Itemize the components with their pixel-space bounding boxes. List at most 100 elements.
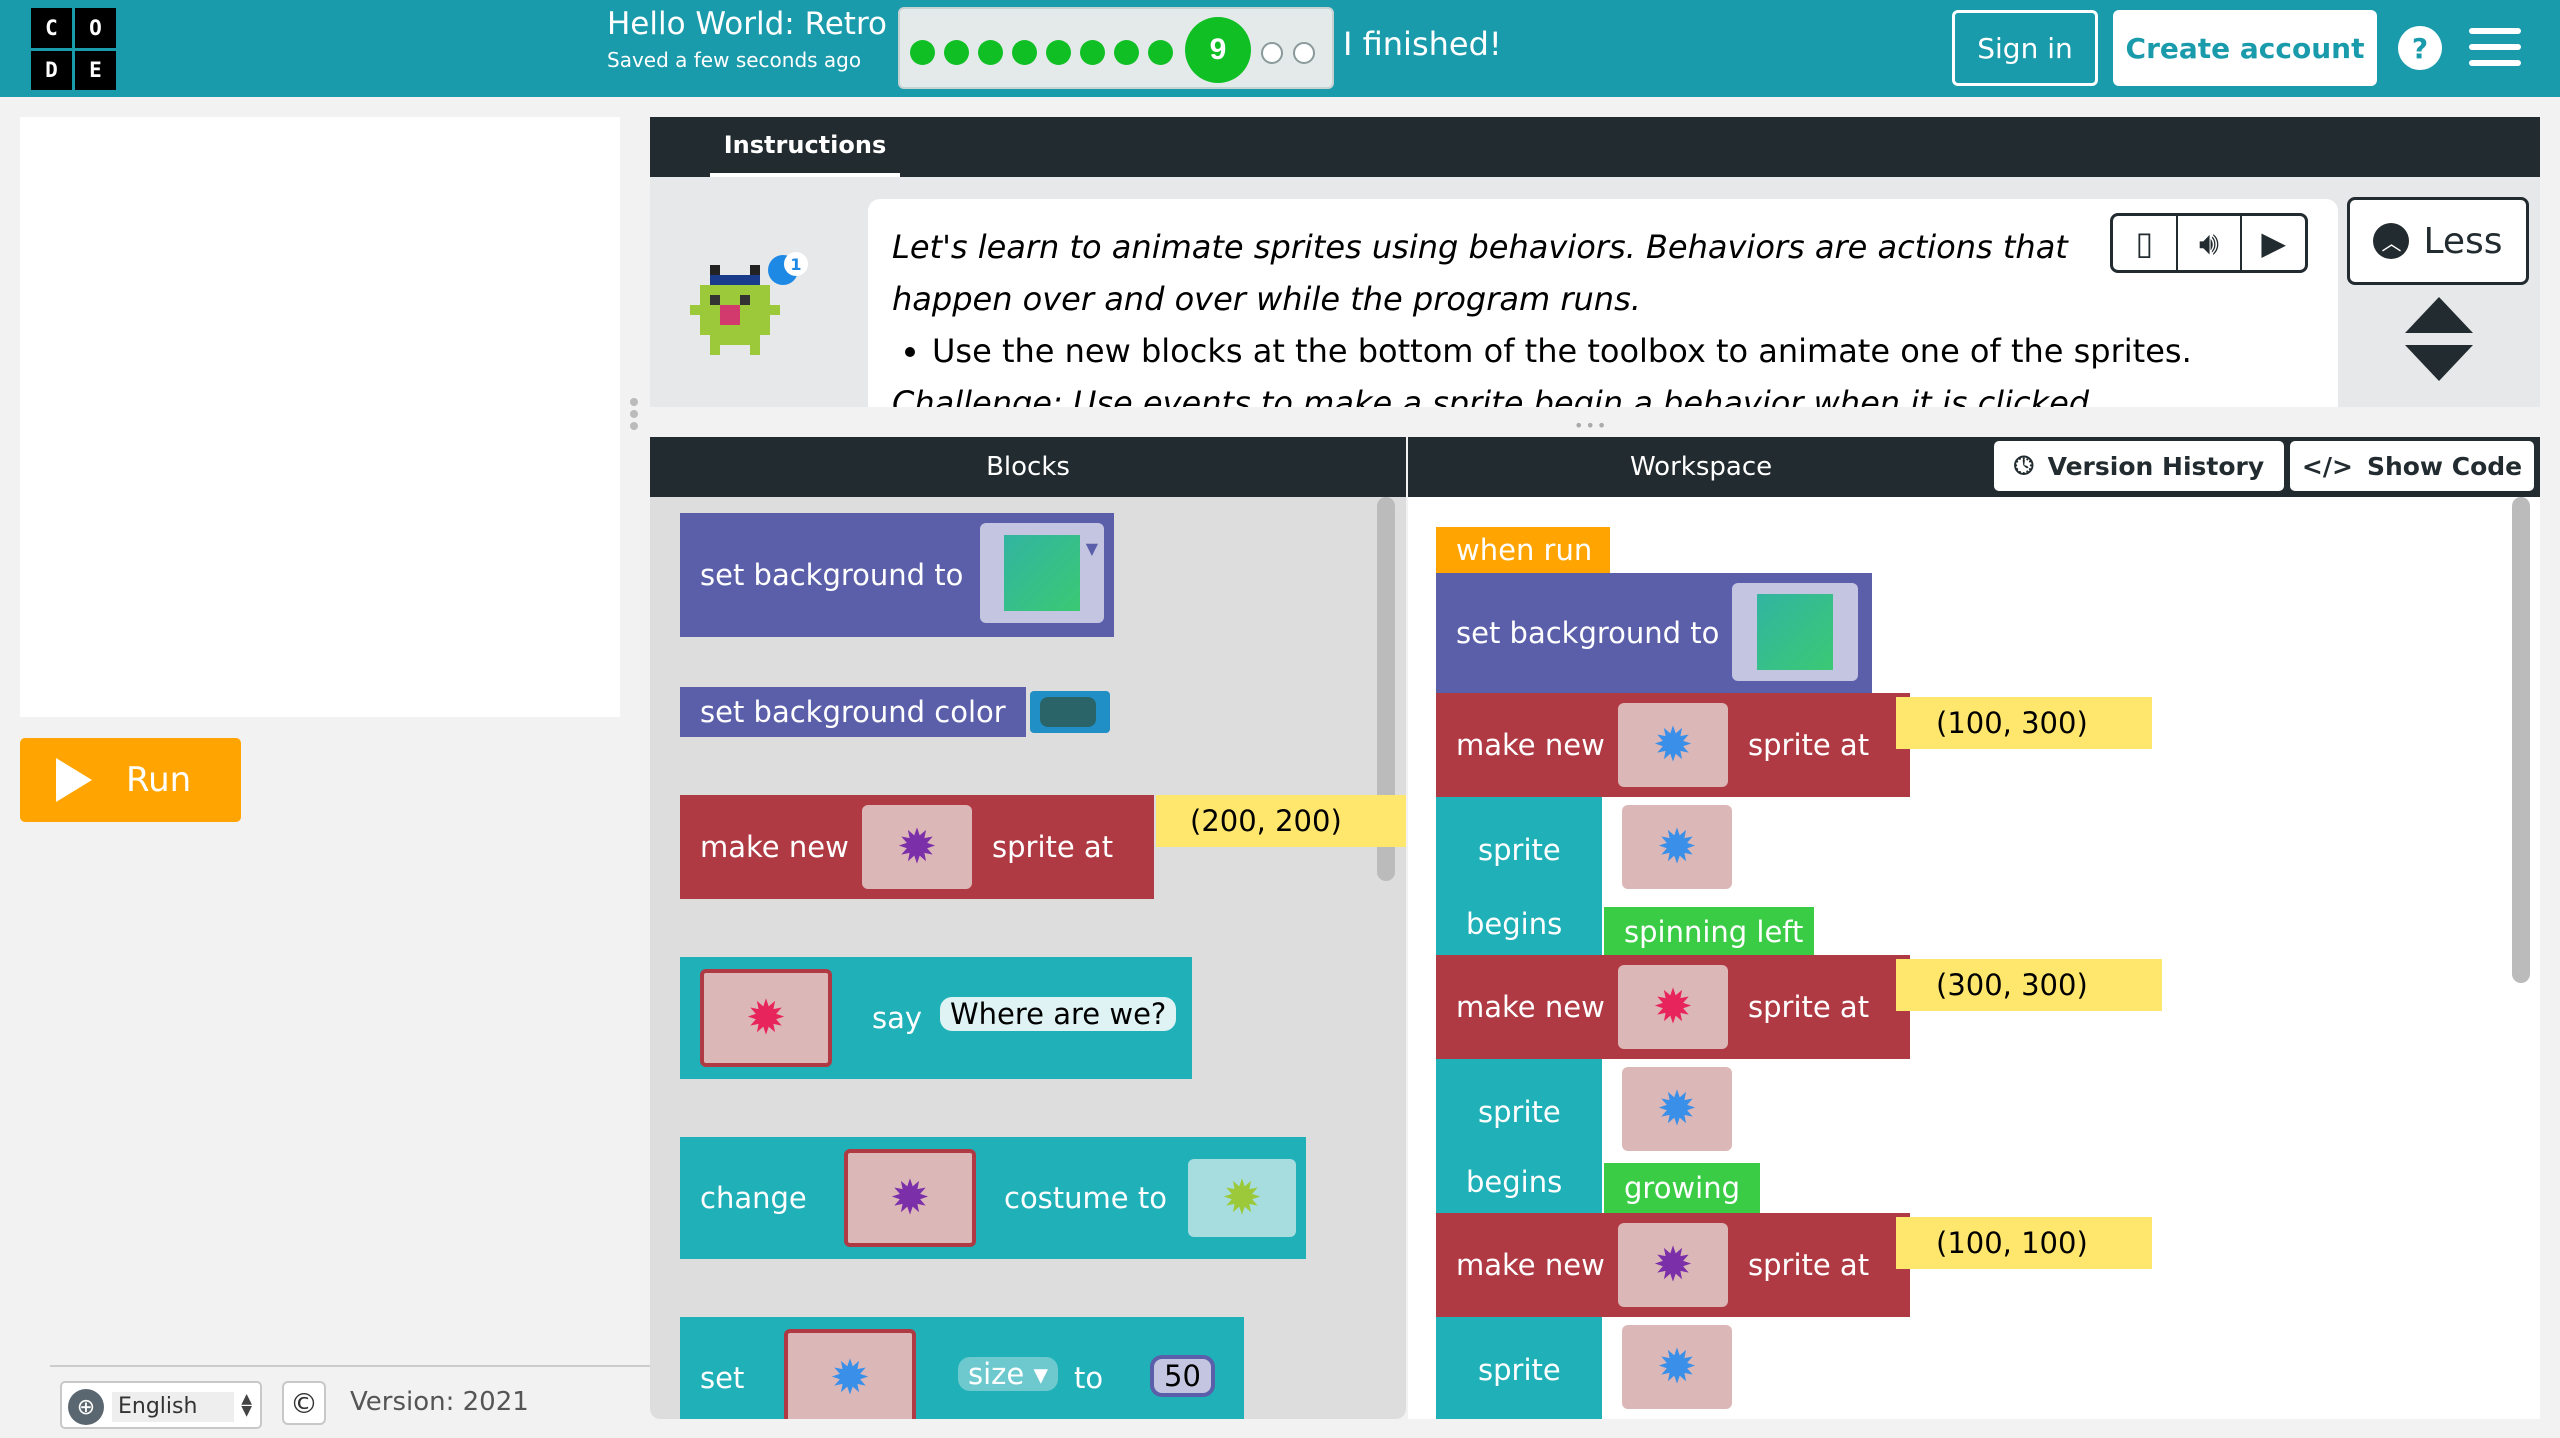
make-new-sprite-block[interactable]: make new ✹ sprite at xyxy=(1436,693,1910,797)
hint-count-badge: 1 xyxy=(784,252,808,276)
speaker-icon[interactable]: 🔊︎ xyxy=(2175,216,2241,270)
color-picker[interactable] xyxy=(1732,583,1858,681)
block-toolbox[interactable]: set background to ▼ set background color… xyxy=(650,497,1406,1419)
current-level-bubble[interactable]: 9 xyxy=(1185,17,1251,83)
blue-ghost-icon: ✹ xyxy=(1656,819,1698,875)
sprite-dropdown[interactable]: ✹ xyxy=(784,1329,916,1419)
scroll-up-icon[interactable] xyxy=(2405,297,2473,333)
block-label: to xyxy=(1074,1361,1104,1395)
game-stage[interactable] xyxy=(20,117,620,717)
costume-dropdown[interactable]: ✹ xyxy=(1188,1159,1296,1237)
resize-handle[interactable] xyxy=(630,398,638,438)
level-dot[interactable] xyxy=(1114,40,1139,65)
behavior-value: spinning left xyxy=(1624,915,1804,949)
hamburger-menu-icon[interactable] xyxy=(2469,28,2521,76)
coordinate-value: (100, 300) xyxy=(1936,706,2088,740)
level-dot[interactable] xyxy=(944,40,969,65)
when-run-block[interactable]: when run xyxy=(1436,527,1610,573)
block-label: make new xyxy=(1456,990,1605,1024)
workspace-scrollbar[interactable] xyxy=(2512,497,2530,983)
sprite-dropdown[interactable]: ✹ xyxy=(1622,1067,1732,1151)
less-button[interactable]: ︿ Less xyxy=(2347,197,2529,285)
block-label: sprite at xyxy=(1748,1248,1870,1282)
tab-instructions[interactable]: Instructions xyxy=(710,117,900,177)
purple-monster-icon: ✹ xyxy=(896,819,938,875)
run-button[interactable]: Run xyxy=(20,738,241,822)
bee-costume-icon: ✹ xyxy=(1221,1170,1263,1226)
make-new-sprite-block[interactable]: make new ✹ sprite at xyxy=(680,795,1154,899)
coordinate-block[interactable]: (100, 300) xyxy=(1896,697,2152,749)
make-new-sprite-block[interactable]: make new ✹ sprite at xyxy=(1436,1213,1910,1317)
color-picker[interactable]: ▼ xyxy=(980,523,1104,623)
sprite-dropdown[interactable]: ✹ xyxy=(700,969,832,1067)
sprite-dropdown[interactable]: ✹ xyxy=(1622,805,1732,889)
block-label: set background to xyxy=(700,558,964,592)
coordinate-block[interactable]: (300, 300) xyxy=(1896,959,2162,1011)
blue-ghost-icon: ✹ xyxy=(1656,1081,1698,1137)
level-dot[interactable] xyxy=(1012,40,1037,65)
block-label: sprite at xyxy=(1748,728,1870,762)
version-text: Version: 2021 xyxy=(350,1387,529,1417)
code-logo[interactable]: C O D E xyxy=(31,8,116,90)
set-size-block[interactable]: set ✹ size ▾ to 50 xyxy=(680,1317,1244,1419)
purple-monster-icon: ✹ xyxy=(1652,1237,1694,1293)
behavior-block[interactable]: growing xyxy=(1604,1163,1760,1213)
coordinate-block[interactable]: (100, 100) xyxy=(1896,1217,2152,1269)
level-dot[interactable] xyxy=(1046,40,1071,65)
level-dot[interactable] xyxy=(910,40,935,65)
panel-resize-handle[interactable]: ••• xyxy=(1574,416,1616,435)
sprite-begins-block[interactable]: sprite ✹ begins xyxy=(1436,797,1732,955)
sprite-dropdown[interactable]: ✹ xyxy=(862,805,972,889)
blue-ghost-icon: ✹ xyxy=(1656,1339,1698,1395)
play-audio-icon[interactable]: ▶ xyxy=(2240,216,2305,270)
coordinate-block[interactable]: (200, 200) xyxy=(1156,795,1406,847)
say-text-input[interactable]: Where are we? xyxy=(940,997,1177,1031)
red-monster-icon: ✹ xyxy=(1652,979,1694,1035)
sprite-dropdown[interactable]: ✹ xyxy=(1618,703,1728,787)
logo-letter: C xyxy=(31,8,72,48)
help-icon[interactable]: ? xyxy=(2398,26,2442,70)
scroll-down-icon[interactable] xyxy=(2405,345,2473,381)
version-history-button[interactable]: 🕓︎ Version History xyxy=(1994,441,2284,491)
copyright-icon[interactable]: © xyxy=(282,1381,326,1425)
sprite-dropdown[interactable]: ✹ xyxy=(1622,1325,1732,1409)
block-label: make new xyxy=(1456,1248,1605,1282)
read-settings-icon[interactable]: ▯ xyxy=(2113,216,2176,270)
show-code-button[interactable]: </> Show Code xyxy=(2290,441,2534,491)
set-background-block[interactable]: set background to xyxy=(1436,573,1872,693)
save-status: Saved a few seconds ago xyxy=(607,48,862,72)
workspace-canvas[interactable]: when run set background to make new ✹ sp… xyxy=(1408,497,2540,1419)
sign-in-button[interactable]: Sign in xyxy=(1952,10,2098,86)
create-account-button[interactable]: Create account xyxy=(2113,10,2377,86)
level-dot[interactable] xyxy=(1148,40,1173,65)
sprite-begins-block[interactable]: sprite ✹ begins xyxy=(1436,1059,1732,1213)
property-dropdown[interactable]: size ▾ xyxy=(958,1357,1059,1391)
set-background-color-block[interactable]: set background color xyxy=(680,687,1110,737)
finished-link[interactable]: I finished! xyxy=(1343,25,1502,63)
sprite-dropdown[interactable]: ✹ xyxy=(844,1149,976,1247)
color-input-socket[interactable] xyxy=(1030,691,1110,733)
level-dot[interactable] xyxy=(978,40,1003,65)
instructions-panel: 1 Let's learn to animate sprites using b… xyxy=(650,177,2540,407)
level-dot-incomplete[interactable] xyxy=(1293,42,1315,64)
project-title[interactable]: Hello World: Retro xyxy=(607,6,887,42)
play-icon xyxy=(56,758,92,802)
blocks-title: Blocks xyxy=(986,452,1070,482)
level-dot-incomplete[interactable] xyxy=(1261,42,1283,64)
sprite-dropdown[interactable]: ✹ xyxy=(1618,1223,1728,1307)
block-label: change xyxy=(700,1181,807,1215)
behavior-block[interactable]: spinning left xyxy=(1604,907,1814,957)
change-costume-block[interactable]: change ✹ costume to ✹ xyxy=(680,1137,1306,1259)
run-label: Run xyxy=(126,760,192,800)
level-progress: 9 xyxy=(898,7,1334,89)
say-block[interactable]: ✹ say Where are we? xyxy=(680,957,1192,1079)
code-brackets-icon: </> xyxy=(2301,451,2353,481)
make-new-sprite-block[interactable]: make new ✹ sprite at xyxy=(1436,955,1910,1059)
level-dot[interactable] xyxy=(1080,40,1105,65)
size-value-input[interactable]: 50 xyxy=(1150,1355,1215,1397)
sprite-begins-block[interactable]: sprite ✹ xyxy=(1436,1317,1732,1419)
sprite-dropdown[interactable]: ✹ xyxy=(1618,965,1728,1049)
set-background-block[interactable]: set background to ▼ xyxy=(680,513,1114,637)
language-selector[interactable]: ⊕ English ▲ ▼ xyxy=(60,1381,262,1429)
block-label: set xyxy=(700,1361,745,1395)
